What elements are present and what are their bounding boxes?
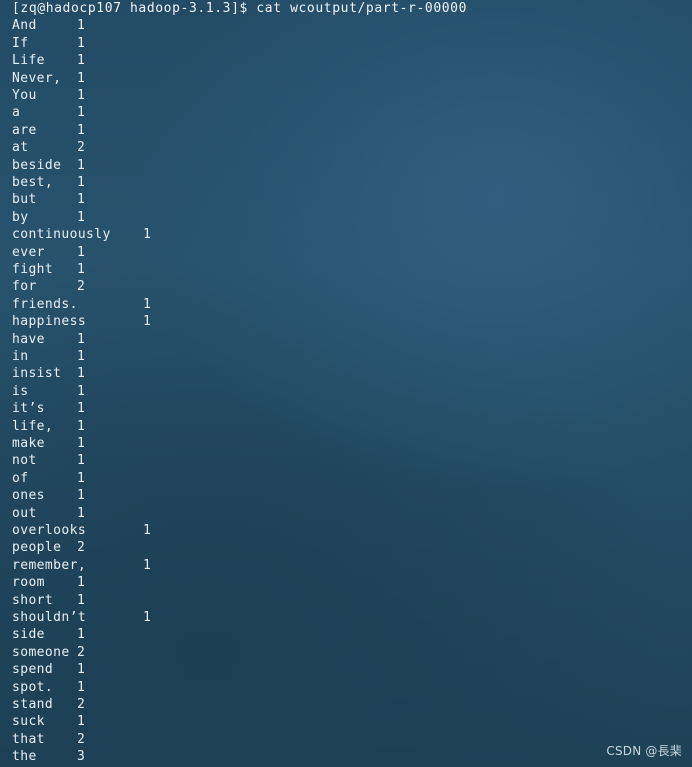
word-text: but bbox=[12, 192, 37, 208]
word-text: ones bbox=[12, 488, 45, 504]
word-text: Life bbox=[12, 53, 45, 69]
shell-prompt-command: [zq@hadocp107 hadoop-3.1.3]$ cat wcoutpu… bbox=[12, 1, 468, 16]
word-text: best, bbox=[12, 175, 54, 190]
word-count: 1 bbox=[143, 296, 152, 312]
word-count: 1 bbox=[77, 331, 86, 347]
word-count: 2 bbox=[77, 731, 86, 747]
word-text: out bbox=[12, 505, 37, 521]
word-count: 1 bbox=[77, 262, 86, 277]
word-text: overlooks bbox=[12, 523, 87, 538]
word-text: continuously bbox=[12, 227, 111, 243]
word-text: room bbox=[12, 575, 45, 591]
word-text: not bbox=[12, 453, 37, 469]
word-text: spend bbox=[12, 662, 54, 678]
word-text: spot. bbox=[12, 679, 54, 695]
word-count: 1 bbox=[143, 523, 152, 538]
word-count: 1 bbox=[77, 714, 86, 730]
word-count: 2 bbox=[77, 644, 86, 660]
word-text: shouldn’t bbox=[12, 610, 87, 625]
word-count: 1 bbox=[143, 314, 152, 330]
word-text: And bbox=[12, 18, 37, 34]
word-text: remember, bbox=[12, 557, 87, 573]
word-text: fight bbox=[12, 262, 54, 277]
word-count: 2 bbox=[77, 279, 86, 295]
word-count: 2 bbox=[77, 140, 86, 156]
word-text: people bbox=[12, 540, 62, 556]
word-count: 1 bbox=[77, 436, 86, 451]
word-count: 1 bbox=[77, 209, 86, 225]
word-count: 1 bbox=[77, 18, 86, 34]
word-count: 1 bbox=[143, 610, 152, 625]
word-text: for bbox=[12, 279, 37, 295]
word-text: If bbox=[12, 35, 29, 51]
word-text: life, bbox=[12, 418, 54, 434]
word-text: insist bbox=[12, 366, 62, 382]
terminal-output[interactable]: [zq@hadocp107 hadoop-3.1.3]$ cat wcoutpu… bbox=[12, 0, 682, 767]
word-count: 2 bbox=[77, 697, 86, 712]
word-count: 1 bbox=[77, 627, 86, 643]
word-text: it’s bbox=[12, 401, 45, 417]
word-text: the bbox=[12, 749, 37, 765]
word-text: make bbox=[12, 436, 45, 451]
word-text: at bbox=[12, 140, 29, 156]
word-text: friends. bbox=[12, 296, 78, 312]
word-count: 1 bbox=[77, 53, 86, 69]
word-count: 1 bbox=[143, 227, 152, 243]
word-count: 1 bbox=[77, 679, 86, 695]
word-text: that bbox=[12, 731, 45, 747]
word-text: short bbox=[12, 592, 54, 608]
word-count: 1 bbox=[77, 366, 86, 382]
word-count: 1 bbox=[143, 557, 152, 573]
word-count: 1 bbox=[77, 157, 86, 173]
word-count: 1 bbox=[77, 244, 86, 260]
word-count: 1 bbox=[77, 453, 86, 469]
word-count: 1 bbox=[77, 505, 86, 521]
word-count: 1 bbox=[77, 70, 86, 86]
word-text: You bbox=[12, 88, 37, 103]
word-count: 1 bbox=[77, 470, 86, 486]
word-text: by bbox=[12, 209, 29, 225]
word-text: side bbox=[12, 627, 45, 643]
word-text: suck bbox=[12, 714, 45, 730]
word-count: 1 bbox=[77, 105, 86, 121]
word-text: of bbox=[12, 470, 29, 486]
word-text: in bbox=[12, 349, 29, 364]
word-count: 1 bbox=[77, 175, 86, 190]
word-count: 1 bbox=[77, 662, 86, 678]
word-count: 1 bbox=[77, 192, 86, 208]
word-count: 3 bbox=[77, 749, 86, 765]
word-count: 1 bbox=[77, 35, 86, 51]
word-count: 1 bbox=[77, 488, 86, 504]
word-count: 1 bbox=[77, 401, 86, 417]
word-count: 1 bbox=[77, 592, 86, 608]
word-text: have bbox=[12, 331, 45, 347]
word-text: a bbox=[12, 105, 21, 121]
word-text: happiness bbox=[12, 314, 87, 330]
word-count: 1 bbox=[77, 575, 86, 591]
word-text: Never, bbox=[12, 70, 62, 86]
word-text: beside bbox=[12, 157, 62, 173]
word-text: is bbox=[12, 383, 29, 399]
word-count: 1 bbox=[77, 418, 86, 434]
word-text: ever bbox=[12, 244, 45, 260]
word-count: 1 bbox=[77, 349, 86, 364]
csdn-watermark: CSDN @長棐 bbox=[606, 744, 682, 758]
word-count: 1 bbox=[77, 383, 86, 399]
word-count: 1 bbox=[77, 88, 86, 103]
word-count: 2 bbox=[77, 540, 86, 556]
word-text: are bbox=[12, 122, 37, 138]
word-text: someone bbox=[12, 644, 70, 660]
word-text: stand bbox=[12, 697, 54, 712]
word-count: 1 bbox=[77, 122, 86, 138]
